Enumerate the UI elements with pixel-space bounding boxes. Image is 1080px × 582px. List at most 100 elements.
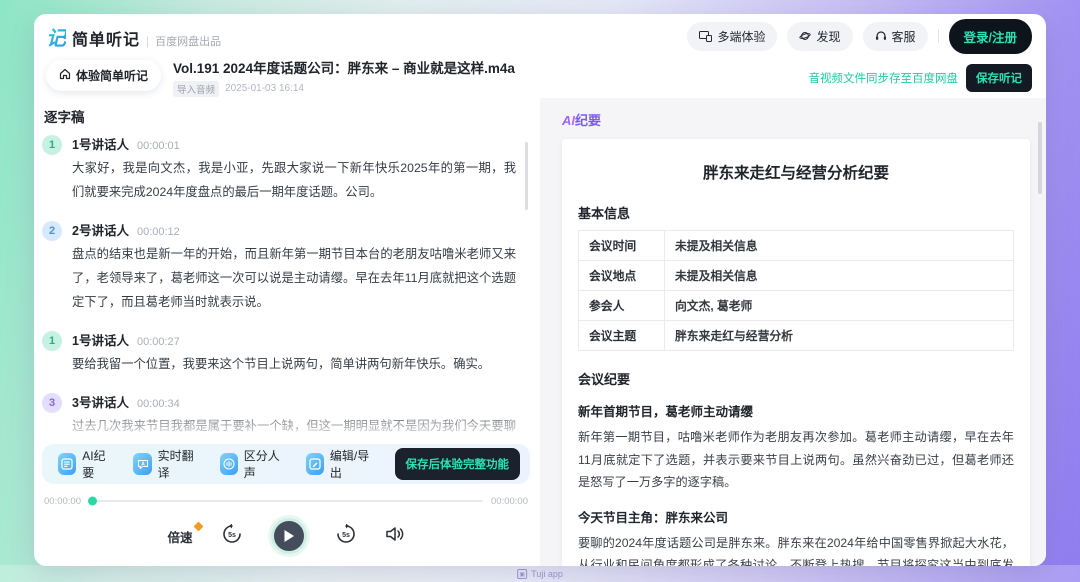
forward-5s-button[interactable]: 5s [335,523,357,550]
ai-label-rest: 纪要 [575,113,601,128]
entry-timestamp[interactable]: 00:00:01 [137,140,180,152]
transcript-entry[interactable]: 2 2号讲话人 00:00:12 盘点的结束也是新一年的开始，而且新年第一期节目… [42,220,516,315]
summary-document: 胖东来走红与经营分析纪要 基本信息 会议时间 未提及相关信息 会议地点 未提及相… [562,139,1030,566]
save-full-features-button[interactable]: 保存后体验完整功能 [395,448,521,480]
ai-summary-icon [58,453,76,475]
nav-label: 客服 [892,28,916,45]
summary-scrollbar[interactable] [1038,122,1042,194]
transcript-scrollbar[interactable] [525,142,528,210]
edit-export-icon [306,453,324,475]
summary-section: 新年首期节目，葛老师主动请缨 新年第一期节目，咕噜米老师作为老朋友再次参加。葛老… [578,401,1014,494]
transcript-pane: 逐字稿 1 1号讲话人 00:00:01 大家好，我是向文杰，我是小亚，先跟大家… [34,98,540,566]
feature-label: 编辑/导出 [330,447,373,481]
experience-button-label: 体验简单听记 [76,67,148,84]
voice-separation-icon [220,453,238,475]
play-icon [283,529,295,543]
nav-label: 发现 [816,28,840,45]
home-icon [59,68,71,83]
speaker-name: 1号讲话人 [72,330,129,349]
table-row: 参会人 向文杰, 葛老师 [579,291,1014,321]
entry-timestamp[interactable]: 00:00:12 [137,226,180,238]
speaker-name: 3号讲话人 [72,392,129,411]
file-title-block: Vol.191 2024年度话题公司：胖东来 – 商业就是这样.m4a 导入音频… [173,60,796,97]
feature-edit-export[interactable]: 编辑/导出 [306,447,373,481]
entry-main: 3号讲话人 00:00:34 过去几次我来节目我都是属于要补一个缺，但这一期明显… [72,392,516,442]
sub-bar-right: 音视频文件同步存至百度网盘 保存听记 [809,64,1033,92]
feature-label: AI纪要 [82,447,111,481]
forward-seconds-label: 5s [342,531,350,538]
entry-head: 1号讲话人 00:00:27 [72,330,490,349]
app-logo-icon: 记 [46,22,66,51]
section-body: 新年第一期节目，咕噜米老师作为老朋友再次参加。葛老师主动请缨，早在去年11月底就… [578,426,1014,494]
transcript-list[interactable]: 1 1号讲话人 00:00:01 大家好，我是向文杰，我是小亚，先跟大家说一下新… [42,134,530,442]
section-body: 要聊的2024年度话题公司是胖东来。胖东来在2024年给中国零售界掀起大水花，从… [578,532,1014,566]
entry-timestamp[interactable]: 00:00:34 [137,398,180,410]
progress-row: 00:00:00 00:00:00 [42,492,530,510]
transcript-text: 大家好，我是向文杰，我是小亚，先跟大家说一下新年快乐2025年的第一期，我们就要… [72,157,516,205]
feature-live-translate[interactable]: A 实时翻译 [133,447,197,481]
feature-speaker-separation[interactable]: 区分人声 [220,447,284,481]
headset-icon [875,30,887,42]
ai-logo-text: AI [562,113,575,128]
table-row: 会议地点 未提及相关信息 [579,261,1014,291]
progress-handle[interactable] [88,497,97,506]
brand: 记 简单听记 | 百度网盘出品 [46,22,221,51]
rewind-5s-button[interactable]: 5s [221,523,243,550]
volume-button[interactable] [385,525,405,548]
feature-toolbar: AI纪要 A 实时翻译 区分人声 [42,444,530,484]
info-label: 会议主题 [579,321,665,351]
summary-title: 胖东来走红与经营分析纪要 [578,161,1014,183]
rewind-seconds-label: 5s [228,531,236,538]
experience-home-button[interactable]: 体验简单听记 [46,60,161,91]
sync-note: 音视频文件同步存至百度网盘 [809,70,959,86]
app-body: 逐字稿 1 1号讲话人 00:00:01 大家好，我是向文杰，我是小亚，先跟大家… [34,98,1046,566]
speaker-avatar: 1 [42,331,62,351]
source-tag: 导入音频 [173,81,219,97]
svg-text:A: A [141,461,145,467]
brand-subtitle: 百度网盘出品 [155,33,221,49]
nav-support-button[interactable]: 客服 [863,22,928,51]
entry-timestamp[interactable]: 00:00:27 [137,336,180,348]
basic-info-table: 会议时间 未提及相关信息 会议地点 未提及相关信息 参会人 向文杰, 葛老师 [578,230,1014,351]
brand-divider: | [146,34,149,48]
page-background: ▣ Tuji app 记 简单听记 | 百度网盘出品 多端体验 [0,0,1080,582]
login-register-button[interactable]: 登录/注册 [949,19,1032,54]
speaker-name: 2号讲话人 [72,220,129,239]
transcript-entry[interactable]: 1 1号讲话人 00:00:01 大家好，我是向文杰，我是小亚，先跟大家说一下新… [42,134,516,205]
app-window: 记 简单听记 | 百度网盘出品 多端体验 发现 [34,14,1046,566]
file-meta: 导入音频 2025-01-03 16:14 [173,81,796,97]
info-value: 胖东来走红与经营分析 [665,321,1014,351]
playback-speed-button[interactable]: 倍速 [167,527,192,546]
watermark-text: Tuji app [531,569,563,579]
nav-multi-device-button[interactable]: 多端体验 [687,22,777,51]
feature-label: 实时翻译 [158,447,198,481]
feature-ai-summary[interactable]: AI纪要 [58,447,111,481]
info-value: 未提及相关信息 [665,231,1014,261]
speaker-avatar: 1 [42,135,62,155]
vip-badge-icon [193,521,203,531]
ai-summary-tab[interactable]: AI纪要 [562,110,1030,129]
play-button[interactable] [271,518,307,554]
watermark: ▣ Tuji app [517,569,563,579]
transcript-entry[interactable]: 1 1号讲话人 00:00:27 要给我留一个位置，我要来这个节目上说两句，简单… [42,330,516,377]
transcript-entry[interactable]: 3 3号讲话人 00:00:34 过去几次我来节目我都是属于要补一个缺，但这一期… [42,392,516,442]
speed-label: 倍速 [167,531,192,545]
nav-discover-button[interactable]: 发现 [787,22,852,51]
basic-info-heading: 基本信息 [578,203,1014,222]
brand-name: 简单听记 [72,26,140,50]
sub-bar: 体验简单听记 Vol.191 2024年度话题公司：胖东来 – 商业就是这样.m… [34,58,1046,98]
entry-head: 1号讲话人 00:00:01 [72,134,516,153]
total-time: 00:00:00 [491,496,528,507]
speaker-avatar: 2 [42,221,62,241]
top-nav: 多端体验 发现 客服 登录/注册 [687,19,1032,54]
transcript-heading: 逐字稿 [42,102,530,134]
transcript-text: 盘点的结束也是新一年的开始，而且新年第一期节目本台的老朋友咕噜米老师又来了，老领… [72,243,516,315]
section-title: 新年首期节目，葛老师主动请缨 [578,401,1014,420]
devices-icon [699,31,712,42]
save-notes-button[interactable]: 保存听记 [966,64,1032,92]
section-title: 今天节目主角：胖东来公司 [578,507,1014,526]
minutes-heading: 会议纪要 [578,369,1014,388]
progress-track[interactable] [89,500,483,502]
table-row: 会议主题 胖东来走红与经营分析 [579,321,1014,351]
import-time: 2025-01-03 16:14 [225,83,304,94]
